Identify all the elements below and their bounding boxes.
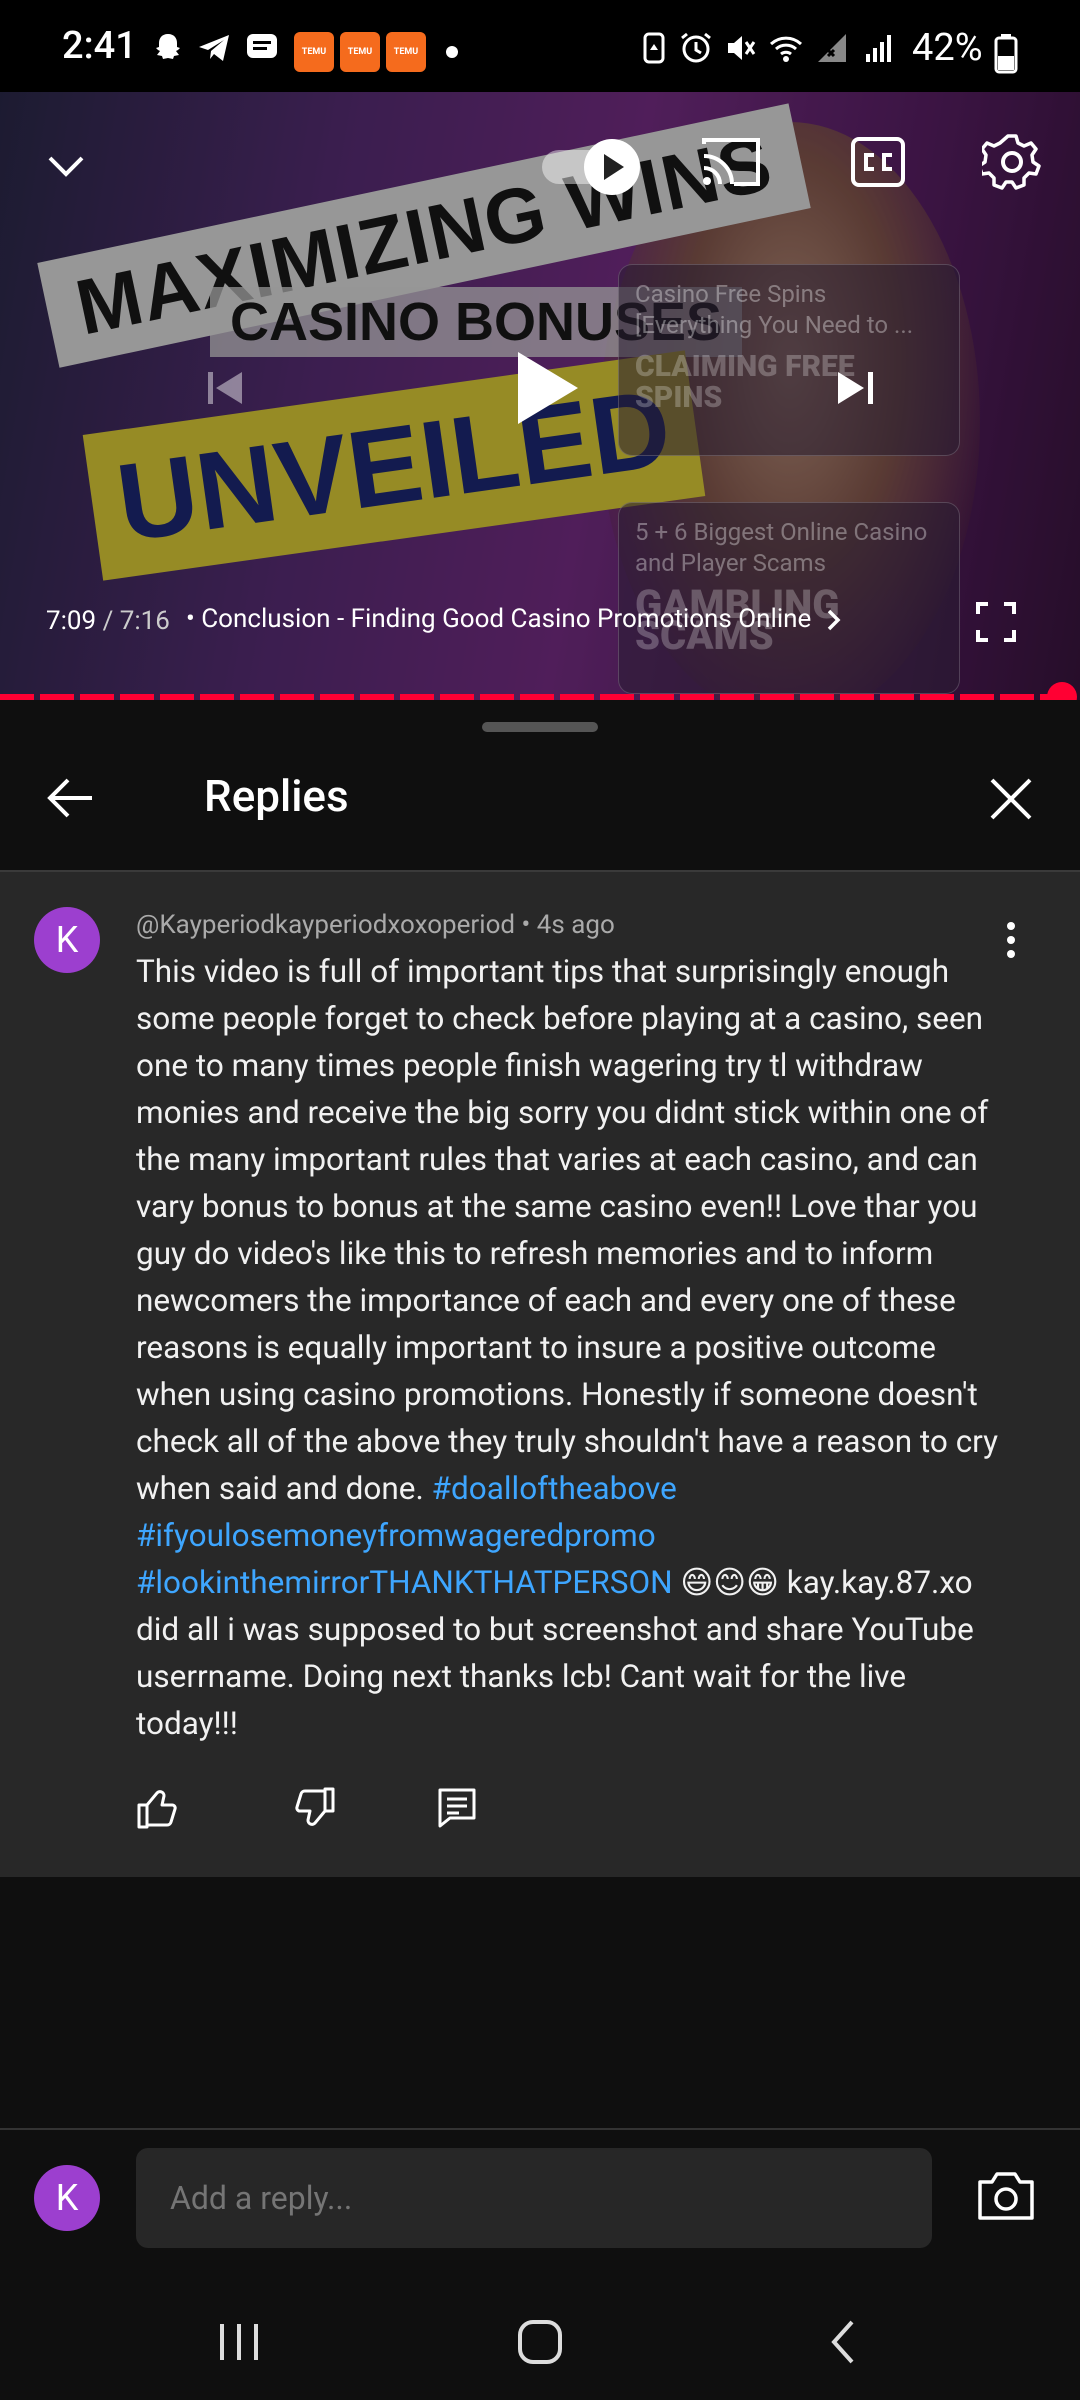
reply-comment-icon	[438, 1788, 476, 1828]
hashtag-link[interactable]: #doalloftheabove	[432, 1470, 677, 1507]
wifi-icon	[769, 36, 803, 62]
status-time: 2:41	[62, 24, 137, 68]
back-button[interactable]	[42, 770, 98, 826]
home-icon	[518, 2320, 562, 2364]
more-notifications-dot	[446, 46, 458, 58]
camera-icon	[978, 2172, 1034, 2220]
play-button[interactable]	[498, 342, 590, 434]
close-icon	[990, 778, 1032, 820]
reply-button[interactable]	[436, 1786, 480, 1830]
battery-percent: 42%	[912, 26, 983, 70]
next-button[interactable]	[826, 358, 886, 418]
skip-previous-icon	[208, 372, 242, 404]
play-icon	[518, 352, 578, 424]
cast-button[interactable]	[700, 134, 762, 190]
reply-input[interactable]	[136, 2148, 932, 2248]
hashtag-link[interactable]: #ifyoulosemoneyfromwageredpromo	[136, 1517, 656, 1554]
chevron-down-icon	[48, 156, 84, 177]
close-button[interactable]	[986, 774, 1036, 824]
comment-author[interactable]: @Kayperiodkayperiodxoxoperiod	[136, 910, 515, 940]
alarm-icon	[681, 32, 711, 63]
home-button[interactable]	[516, 2318, 564, 2366]
comment-time: 4s ago	[536, 910, 615, 940]
chevron-right-icon	[827, 609, 841, 631]
hashtag-link[interactable]: #lookinthemirrorTHANKTHATPERSON	[136, 1564, 673, 1601]
comment-meta: @Kayperiodkayperiodxoxoperiod • 4s ago	[136, 910, 615, 940]
previous-button[interactable]	[196, 358, 256, 418]
captions-icon	[851, 137, 905, 187]
battery-icon	[994, 34, 1018, 74]
avatar: K	[34, 2165, 100, 2231]
battery-saver-icon	[643, 32, 665, 64]
comment-body: This video is full of important tips tha…	[136, 953, 1006, 1507]
temu-icon: TEMU	[386, 32, 426, 72]
endscreen-card-title: Casino Free Spins [Everything You Need t…	[635, 280, 914, 339]
autoplay-icon	[542, 139, 640, 195]
comment-text: This video is full of important tips tha…	[136, 948, 1006, 1747]
settings-button[interactable]	[977, 132, 1042, 192]
temu-icon: TEMU	[340, 32, 380, 72]
current-time: 7:09	[46, 606, 97, 636]
minimize-button[interactable]	[42, 142, 90, 190]
fullscreen-icon	[976, 602, 1016, 642]
cast-icon	[702, 138, 760, 186]
chapter-title[interactable]: • Conclusion - Finding Good Casino Promo…	[186, 604, 844, 634]
system-back-button[interactable]	[822, 2318, 866, 2366]
gear-icon	[977, 134, 1041, 190]
system-navigation-bar	[0, 2278, 1080, 2400]
thumbs-down-icon	[295, 1787, 335, 1826]
telegram-icon	[199, 35, 229, 61]
signal-icon	[866, 35, 891, 62]
drag-handle[interactable]	[482, 722, 598, 732]
recent-apps-icon	[220, 2324, 258, 2360]
avatar[interactable]: K	[34, 907, 100, 973]
divider	[0, 2128, 1080, 2130]
chapter-label: Conclusion - Finding Good Casino Promoti…	[201, 604, 812, 634]
snapchat-icon	[156, 34, 180, 59]
arrow-back-icon	[47, 778, 92, 818]
like-button[interactable]	[136, 1786, 180, 1830]
endscreen-card[interactable]: 5 + 6 Biggest Online Casino and Player S…	[618, 502, 960, 694]
fullscreen-button[interactable]	[976, 602, 1016, 642]
video-time: 7:09 / 7:16	[46, 606, 170, 636]
autoplay-toggle[interactable]	[540, 132, 644, 202]
chapter-separator: •	[186, 604, 195, 634]
mute-icon	[728, 36, 756, 60]
endscreen-card-title: 5 + 6 Biggest Online Casino and Player S…	[635, 518, 928, 577]
signal-no-data-icon	[818, 34, 846, 62]
temu-icon: TEMU	[294, 32, 334, 72]
panel-title: Replies	[204, 770, 349, 822]
duration: / 7:16	[102, 606, 170, 636]
endscreen-card-badge: CLAIMING FREE SPINS	[635, 349, 855, 415]
captions-button[interactable]	[850, 136, 906, 188]
back-icon	[831, 2320, 854, 2364]
thumbs-up-icon	[137, 1790, 177, 1829]
recent-apps-button[interactable]	[214, 2320, 264, 2364]
endscreen-card[interactable]: Casino Free Spins [Everything You Need t…	[618, 264, 960, 456]
status-bar: 2:41 TEMU TEMU TEMU 42%	[0, 0, 1080, 92]
messages-icon	[247, 34, 277, 58]
camera-button[interactable]	[976, 2170, 1036, 2222]
dislike-button[interactable]	[292, 1786, 336, 1830]
skip-next-icon	[838, 372, 873, 404]
video-player[interactable]: MAXIMIZING WINS CASINO BONUSES UNVEILED …	[0, 92, 1080, 700]
